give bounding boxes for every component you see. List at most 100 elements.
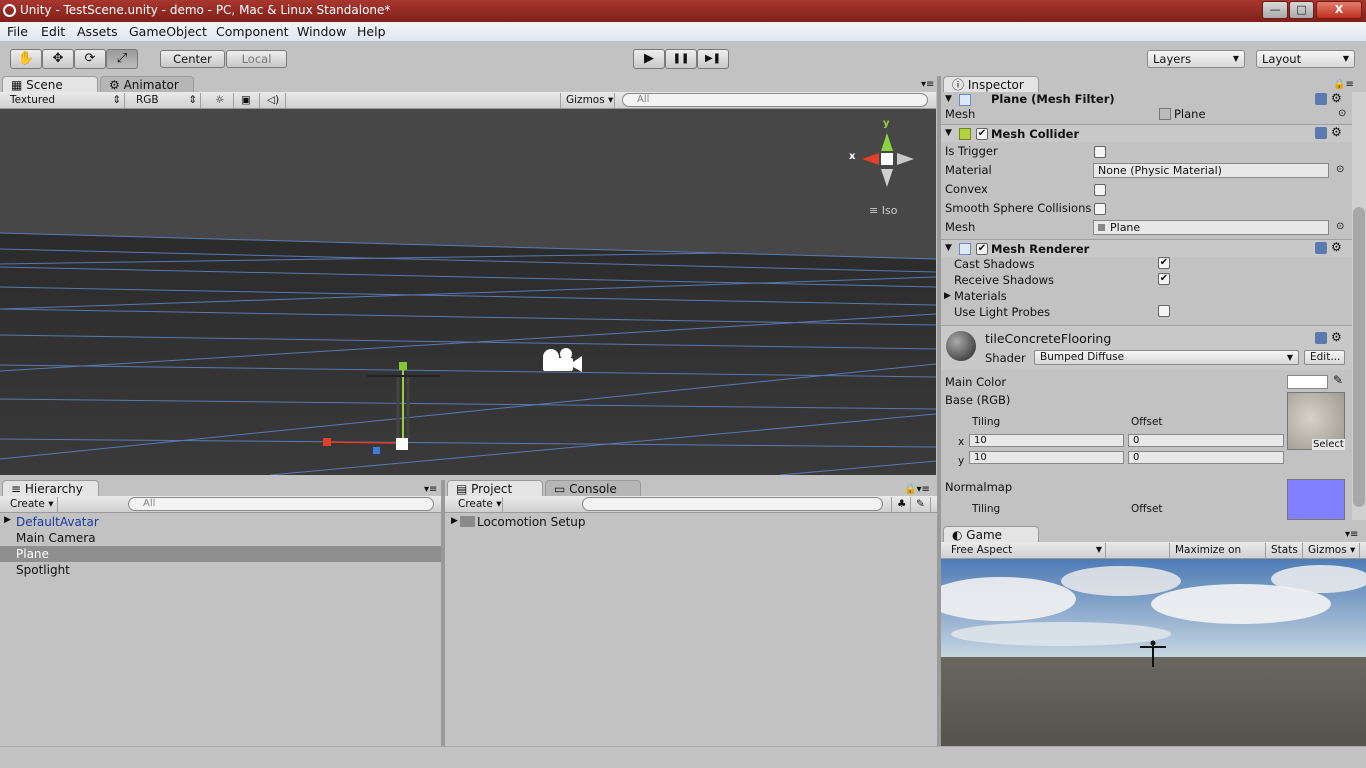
scene-viewport[interactable]: y x ≡ Iso [0, 109, 936, 475]
fold-arrow-icon[interactable]: ▼ [945, 243, 952, 253]
menu-file[interactable]: File [7, 24, 28, 39]
project-folder-locomotion-setup[interactable]: Locomotion Setup [477, 515, 586, 529]
cast-shadows-checkbox[interactable]: ✔ [1158, 257, 1170, 269]
tiling-y-field[interactable]: 10 [969, 451, 1124, 464]
image-toggle-icon[interactable]: ▣ [236, 93, 260, 108]
lighting-toggle-icon[interactable]: ☼ [210, 93, 234, 108]
menu-component[interactable]: Component [216, 24, 289, 39]
expand-arrow-icon[interactable]: ▶ [944, 291, 951, 301]
gear-icon[interactable]: ⚙ [1331, 330, 1342, 344]
normalmap-offset-header: Offset [1131, 503, 1163, 515]
mesh-filter-mesh-value[interactable]: Plane [1174, 107, 1206, 121]
gear-icon[interactable]: ⚙ [1331, 125, 1342, 139]
maximize-on-play-toggle[interactable]: Maximize on Play [1169, 543, 1266, 570]
aspect-dropdown[interactable]: Free Aspect ▼ [946, 543, 1106, 558]
gizmos-dropdown[interactable]: Gizmos ▾ [560, 93, 615, 108]
tiling-x-field[interactable]: 10 [969, 434, 1124, 447]
hierarchy-item-defaultavatar[interactable]: DefaultAvatar [16, 515, 436, 531]
light-probes-label: Use Light Probes [954, 305, 1051, 319]
hierarchy-search-input[interactable]: All [128, 497, 434, 511]
hierarchy-item-main-camera[interactable]: Main Camera [16, 531, 436, 547]
light-probes-checkbox[interactable] [1158, 305, 1170, 317]
rotate-tool-icon[interactable]: ⟳ [74, 49, 106, 69]
texture-select-button[interactable]: Select [1312, 439, 1345, 450]
panel-menu-icon[interactable]: ▾≡ [921, 79, 934, 90]
hand-tool-icon[interactable]: ✋ [10, 49, 42, 69]
play-button[interactable]: ▶ [633, 49, 665, 69]
hierarchy-item-plane[interactable]: Plane [16, 547, 436, 563]
minimize-button[interactable]: — [1262, 1, 1288, 19]
fold-arrow-icon[interactable]: ▼ [945, 128, 952, 138]
menu-help[interactable]: Help [357, 24, 386, 39]
normalmap-texture-thumbnail[interactable] [1287, 479, 1345, 520]
menu-bar: File Edit Assets GameObject Component Wi… [0, 22, 1366, 42]
menu-window[interactable]: Window [297, 24, 346, 39]
object-picker-icon[interactable]: ⊙ [1336, 164, 1344, 175]
base-texture-thumbnail[interactable]: Select [1287, 392, 1345, 450]
chevron-down-icon: ▼ [1286, 353, 1293, 362]
mesh-collider-enabled-checkbox[interactable]: ✔ [976, 128, 988, 140]
shader-edit-button[interactable]: Edit... [1304, 350, 1345, 365]
project-create-dropdown[interactable]: Create ▾ [453, 497, 503, 512]
main-color-swatch[interactable] [1287, 375, 1328, 389]
close-button[interactable]: X [1316, 1, 1362, 19]
physic-material-field[interactable]: None (Physic Material) [1093, 163, 1329, 178]
scrollbar-thumb[interactable] [1353, 207, 1365, 507]
lock-icon[interactable]: 🔒▾≡ [904, 484, 930, 495]
shader-dropdown[interactable]: Bumped Diffuse ▼ [1034, 350, 1299, 365]
render-mode-dropdown[interactable]: Textured ⇕ [5, 93, 125, 108]
hierarchy-create-dropdown[interactable]: Create ▾ [5, 497, 58, 512]
menu-gameobject[interactable]: GameObject [129, 24, 207, 39]
gear-icon[interactable]: ⚙ [1331, 240, 1342, 254]
inspector-scrollbar[interactable] [1352, 92, 1366, 520]
help-icon[interactable] [1315, 93, 1327, 105]
offset-x-field[interactable]: 0 [1128, 434, 1284, 447]
fold-arrow-icon[interactable]: ▼ [945, 94, 952, 104]
eyedropper-icon[interactable]: ✎ [1333, 373, 1343, 387]
game-viewport[interactable] [941, 559, 1366, 746]
layers-dropdown[interactable]: Layers ▼ [1147, 50, 1245, 68]
iso-label[interactable]: ≡ Iso [869, 204, 897, 217]
layout-dropdown[interactable]: Layout ▼ [1256, 50, 1355, 68]
object-picker-icon[interactable]: ⊙ [1336, 221, 1344, 232]
project-list: ▶ Locomotion Setup [445, 513, 937, 746]
filter-label-icon[interactable]: ✎ [911, 497, 931, 512]
smooth-sphere-checkbox[interactable] [1094, 203, 1106, 215]
menu-assets[interactable]: Assets [77, 24, 118, 39]
move-tool-icon[interactable]: ✥ [42, 49, 74, 69]
audio-toggle-icon[interactable]: ◁) [262, 93, 286, 108]
channel-dropdown[interactable]: RGB ⇕ [131, 93, 201, 108]
collider-mesh-field[interactable]: Plane [1093, 220, 1329, 235]
stats-toggle[interactable]: Stats [1266, 543, 1303, 558]
help-icon[interactable] [1315, 332, 1327, 344]
offset-y-field[interactable]: 0 [1128, 451, 1284, 464]
lock-icon[interactable]: 🔒≡ [1333, 79, 1354, 90]
pivot-center-button[interactable]: Center [160, 50, 225, 68]
expand-arrow-icon[interactable]: ▶ [451, 516, 458, 526]
scale-tool-icon[interactable]: ⤢ [106, 49, 138, 69]
step-button[interactable]: ▶❚ [697, 49, 729, 69]
project-search-input[interactable] [582, 497, 883, 511]
convex-checkbox[interactable] [1094, 184, 1106, 196]
gear-icon[interactable]: ⚙ [1331, 91, 1342, 105]
expand-arrow-icon[interactable]: ▶ [4, 515, 11, 525]
collider-mesh-label: Mesh [945, 220, 976, 234]
help-icon[interactable] [1315, 127, 1327, 139]
pause-button[interactable]: ❚❚ [665, 49, 697, 69]
receive-shadows-checkbox[interactable]: ✔ [1158, 273, 1170, 285]
panel-menu-icon[interactable]: ▾≡ [424, 484, 437, 495]
hierarchy-item-spotlight[interactable]: Spotlight [16, 563, 436, 579]
maximize-button[interactable]: □ [1289, 1, 1314, 19]
help-icon[interactable] [1315, 242, 1327, 254]
object-picker-icon[interactable]: ⊙ [1338, 108, 1346, 119]
is-trigger-checkbox[interactable] [1094, 146, 1106, 158]
mesh-renderer-enabled-checkbox[interactable]: ✔ [976, 243, 988, 255]
materials-label[interactable]: Materials [954, 289, 1007, 303]
scene-search-input[interactable]: All [622, 93, 928, 107]
panel-menu-icon[interactable]: ▾≡ [1345, 529, 1358, 540]
menu-edit[interactable]: Edit [41, 24, 65, 39]
game-gizmos-dropdown[interactable]: Gizmos ▾ [1303, 543, 1360, 558]
filter-type-icon[interactable]: ♣ [891, 497, 911, 512]
pivot-local-button[interactable]: Local [226, 50, 287, 68]
orientation-gizmo[interactable] [862, 133, 914, 187]
